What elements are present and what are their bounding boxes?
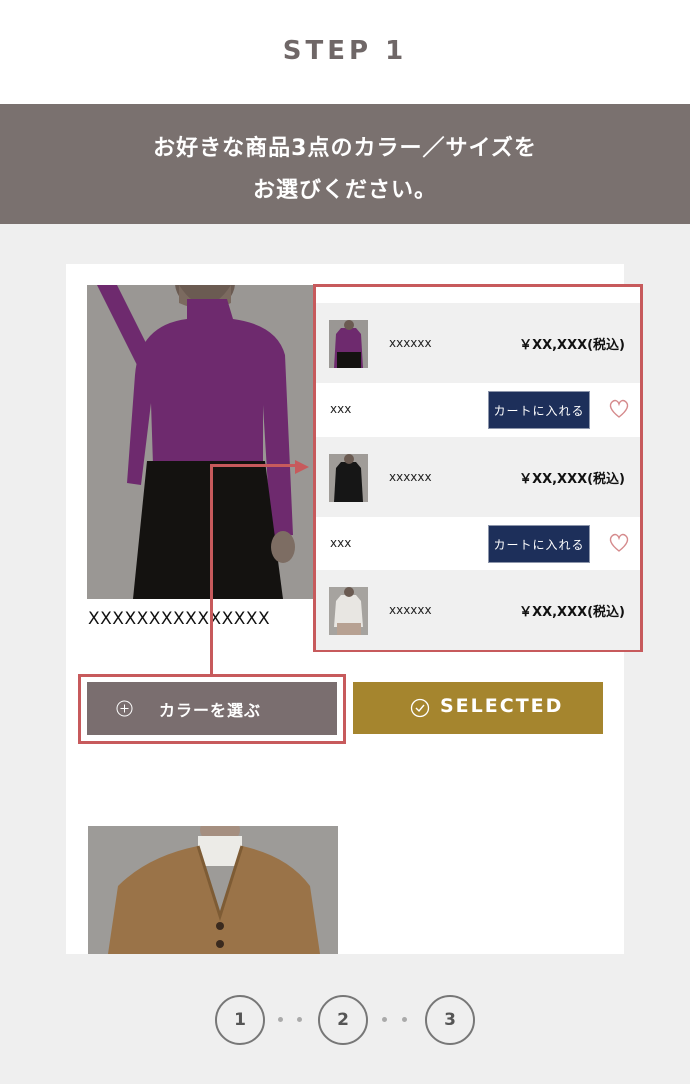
product-photo[interactable] [87,285,317,599]
page-3-button[interactable]: 3 [425,995,475,1045]
size-label: xxx [330,536,352,550]
variant-code: xxxxxx [389,336,432,350]
arrow-head-icon [295,460,309,474]
variant-price: ￥XX,XXX(税込) [519,605,625,620]
product-name: XXXXXXXXXXXXXXX [88,609,271,629]
variant-price: ￥XX,XXX(税込) [519,472,625,487]
variant-row[interactable]: xxxxxx ￥XX,XXX(税込) [316,303,640,383]
step-title: STEP 1 [282,36,408,66]
heart-icon[interactable] [608,532,630,554]
size-row: xxx カートに入れる [316,383,640,437]
pager-separator [297,1017,302,1022]
add-to-cart-button[interactable]: カートに入れる [488,525,590,563]
variant-code: xxxxxx [389,603,432,617]
second-product-photo[interactable] [88,826,338,954]
connector-line [210,464,298,467]
instruction-line-2: お選びください。 [252,178,437,203]
selected-button[interactable]: SELECTED [353,682,603,734]
variant-thumbnail [329,320,368,368]
size-row: xxx カートに入れる [316,517,640,571]
check-circle-icon [410,698,430,718]
pager-separator [278,1017,283,1022]
plus-circle-icon [116,700,133,717]
page-2-button[interactable]: 2 [318,995,368,1045]
variant-row[interactable]: xxxxxx ￥XX,XXX(税込) [316,570,640,650]
connector-line [210,464,213,676]
pager-separator [382,1017,387,1022]
step-header: STEP 1 [0,0,690,104]
pager-separator [402,1017,407,1022]
variant-price: ￥XX,XXX(税込) [519,338,625,353]
page-1-button[interactable]: 1 [215,995,265,1045]
choose-color-label: カラーを選ぶ [159,701,262,720]
variant-thumbnail [329,587,368,635]
choose-color-button[interactable]: カラーを選ぶ [87,682,337,735]
variant-thumbnail [329,454,368,502]
add-to-cart-button[interactable]: カートに入れる [488,391,590,429]
instruction-line-1: お好きな商品3点のカラー／サイズを [153,136,537,161]
heart-icon[interactable] [608,398,630,420]
selected-label: SELECTED [440,695,564,717]
variant-row[interactable]: xxxxxx ￥XX,XXX(税込) [316,437,640,517]
instruction-banner [0,104,690,224]
variant-code: xxxxxx [389,470,432,484]
size-label: xxx [330,402,352,416]
